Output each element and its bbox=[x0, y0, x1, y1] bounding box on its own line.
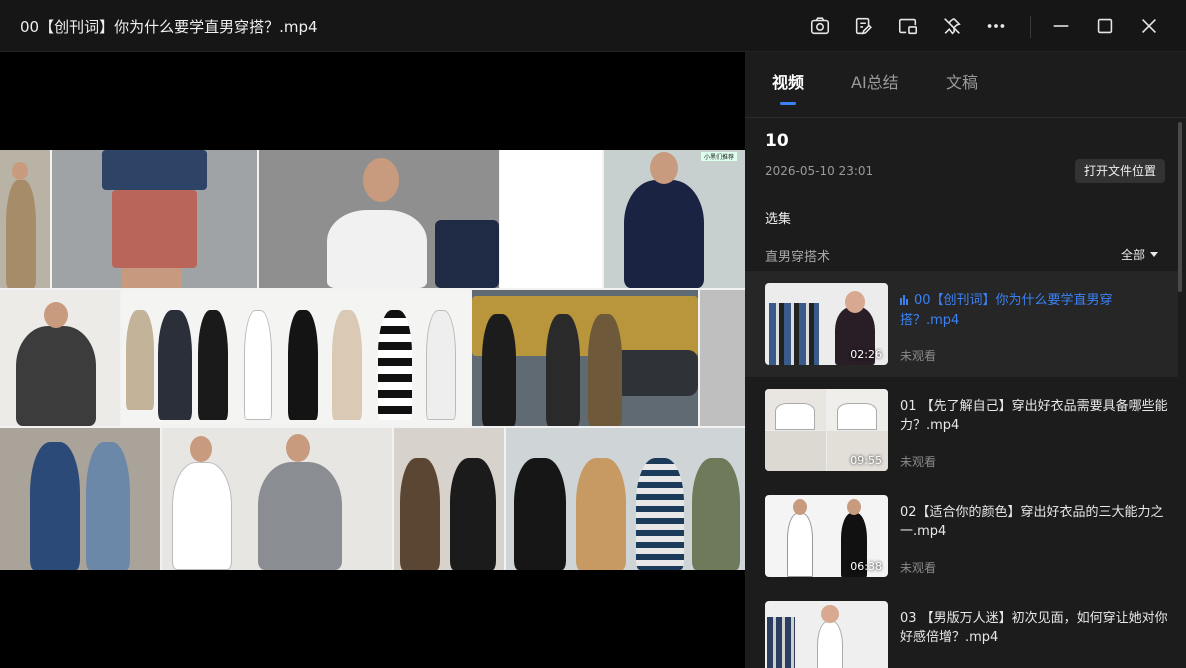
created-date: 2026-05-10 23:01 bbox=[765, 164, 874, 178]
episode-item[interactable]: 03 【男版万人迷】初次见面，如何穿让她对你好感倍增？.mp4 bbox=[745, 589, 1178, 668]
episodes-heading: 选集 bbox=[765, 212, 792, 227]
minimize-icon[interactable] bbox=[1048, 13, 1074, 39]
tab-ai-summary[interactable]: AI总结 bbox=[851, 69, 899, 93]
series-name: 直男穿搭术 bbox=[765, 250, 831, 265]
episode-title: 01 【先了解自己】穿出好衣品需要具备哪些能力？.mp4 bbox=[900, 399, 1168, 433]
episode-title-text: 00【创刊词】你为什么要学直男穿搭？.mp4 bbox=[900, 293, 1113, 328]
tab-transcript[interactable]: 文稿 bbox=[946, 69, 978, 93]
maximize-icon[interactable] bbox=[1092, 13, 1118, 39]
edit-note-icon[interactable] bbox=[851, 13, 877, 39]
collage-photo bbox=[394, 428, 504, 570]
now-playing-icon bbox=[900, 292, 909, 311]
collage-photo bbox=[472, 290, 698, 426]
collage-photo bbox=[52, 150, 257, 288]
playlist-sidebar: 视频 AI总结 文稿 10 2026-05-10 23:01 打开文件位置 选集… bbox=[745, 52, 1186, 668]
filter-dropdown[interactable]: 全部 bbox=[1121, 246, 1159, 263]
pin-off-icon[interactable] bbox=[939, 13, 965, 39]
sidebar-scrollbar[interactable] bbox=[1178, 122, 1182, 292]
collage-photo bbox=[700, 290, 745, 426]
video-frame: 小黑们推荐 bbox=[0, 150, 745, 570]
collage-photo bbox=[0, 290, 120, 426]
collage-photo bbox=[259, 150, 499, 288]
episode-title: 00【创刊词】你为什么要学直男穿搭？.mp4 bbox=[900, 291, 1168, 330]
episode-thumbnail: 02:26 bbox=[765, 283, 888, 365]
window-title: 00【创刊词】你为什么要学直男穿搭？.mp4 bbox=[20, 18, 318, 36]
picture-in-picture-icon[interactable] bbox=[895, 13, 921, 39]
title-bar: 00【创刊词】你为什么要学直男穿搭？.mp4 bbox=[0, 0, 1186, 52]
collage-photo bbox=[0, 150, 50, 288]
collage-photo bbox=[506, 428, 745, 570]
episode-thumbnail: 09:55 bbox=[765, 389, 888, 471]
watch-status: 未观看 bbox=[900, 455, 937, 469]
watch-status: 未观看 bbox=[900, 349, 937, 363]
collage-photo bbox=[500, 150, 602, 288]
episode-item[interactable]: 02:26 00【创刊词】你为什么要学直男穿搭？.mp4 未观看 bbox=[745, 271, 1178, 377]
collage-photo bbox=[122, 290, 470, 426]
episode-item[interactable]: 09:55 01 【先了解自己】穿出好衣品需要具备哪些能力？.mp4 未观看 bbox=[745, 377, 1178, 483]
episode-title: 02【适合你的颜色】穿出好衣品的三大能力之一.mp4 bbox=[900, 505, 1164, 539]
video-player[interactable]: 小黑们推荐 bbox=[0, 52, 745, 668]
collage-photo bbox=[0, 428, 160, 570]
open-file-location-button[interactable]: 打开文件位置 bbox=[1075, 159, 1165, 183]
sidebar-tabs: 视频 AI总结 文稿 bbox=[745, 52, 1186, 118]
filter-label: 全部 bbox=[1121, 248, 1146, 262]
tab-video[interactable]: 视频 bbox=[772, 69, 804, 93]
episode-duration: 02:26 bbox=[850, 348, 882, 361]
watch-status: 未观看 bbox=[900, 561, 937, 575]
title-bar-separator bbox=[1030, 16, 1031, 38]
camera-icon[interactable] bbox=[807, 13, 833, 39]
episode-thumbnail: 06:38 bbox=[765, 495, 888, 577]
more-icon[interactable] bbox=[983, 13, 1009, 39]
active-tab-indicator bbox=[780, 102, 796, 105]
close-icon[interactable] bbox=[1136, 13, 1162, 39]
episode-duration: 06:38 bbox=[850, 560, 882, 573]
collage-photo: 小黑们推荐 bbox=[604, 150, 745, 288]
video-watermark: 小黑们推荐 bbox=[700, 152, 737, 161]
collage-photo bbox=[162, 428, 392, 570]
video-count: 10 bbox=[765, 131, 789, 151]
caret-down-icon bbox=[1150, 252, 1159, 257]
episode-duration: 09:55 bbox=[850, 454, 882, 467]
episode-item[interactable]: 06:38 02【适合你的颜色】穿出好衣品的三大能力之一.mp4 未观看 bbox=[745, 483, 1178, 589]
episode-title: 03 【男版万人迷】初次见面，如何穿让她对你好感倍增？.mp4 bbox=[900, 611, 1168, 645]
episode-thumbnail bbox=[765, 601, 888, 668]
